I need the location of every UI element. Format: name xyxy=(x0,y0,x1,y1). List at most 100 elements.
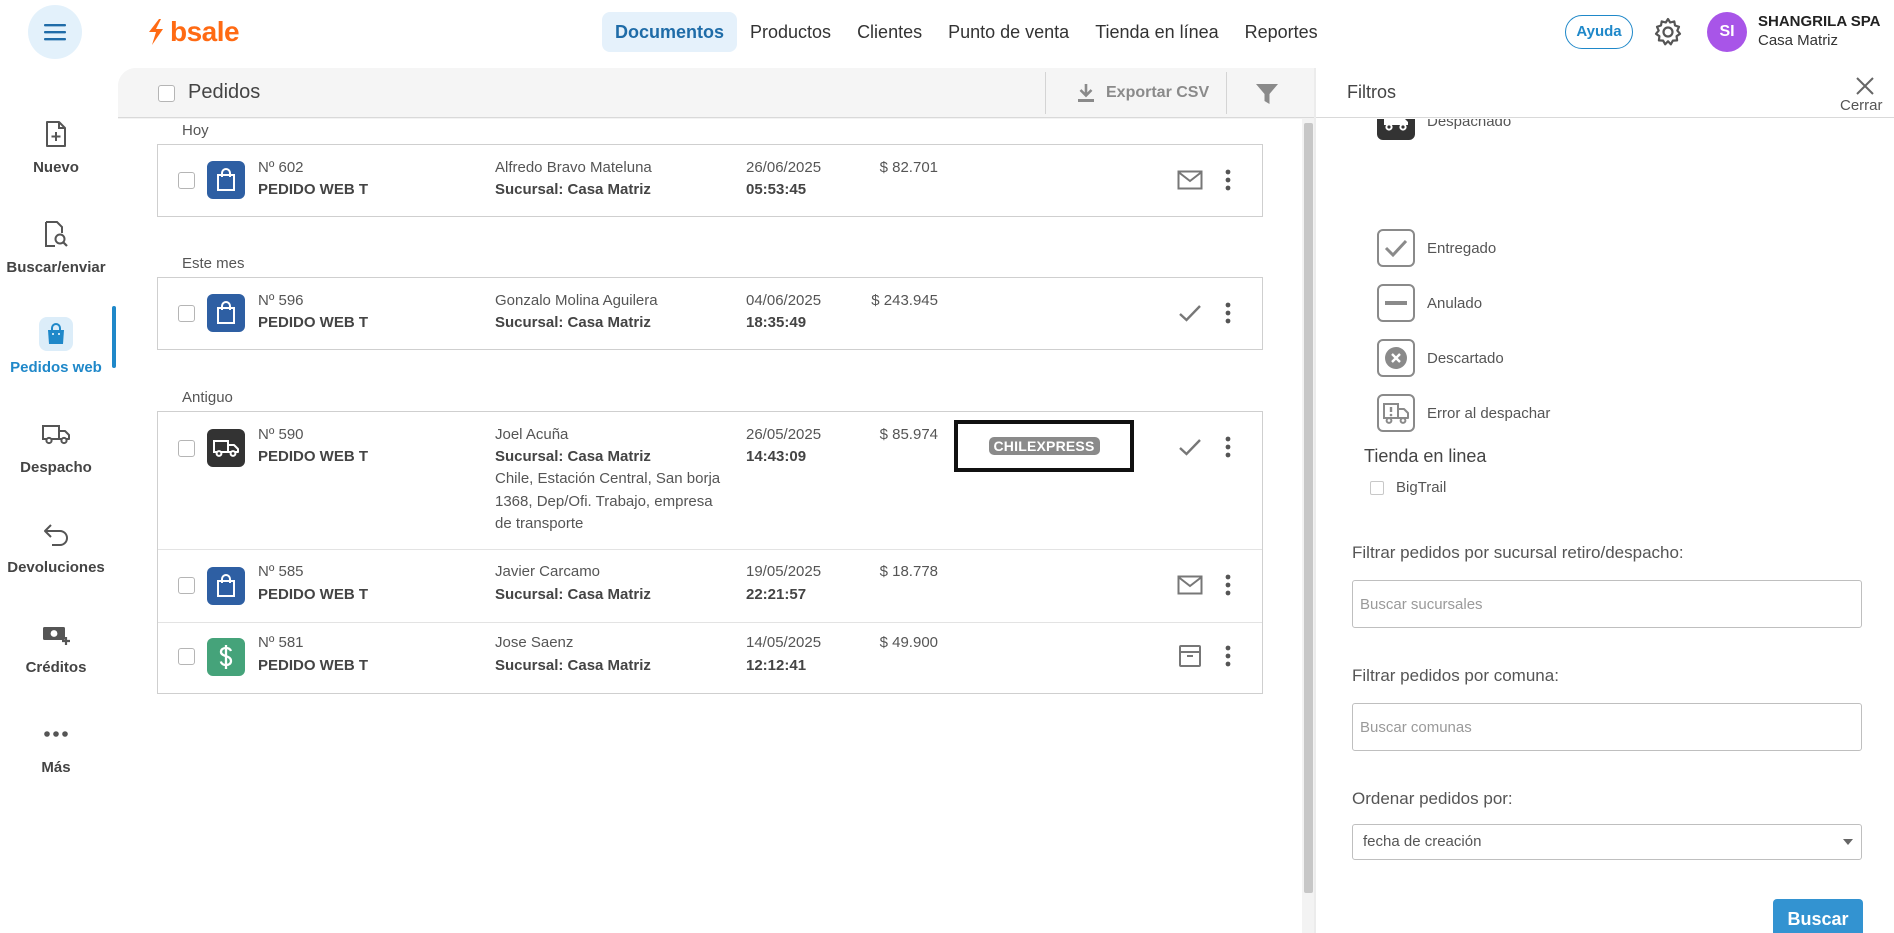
status-option-error-al-despachar[interactable]: Error al despachar xyxy=(1377,393,1550,433)
status-option-label: Entregado xyxy=(1427,239,1497,257)
order-checkbox[interactable] xyxy=(178,305,195,322)
row-menu-button[interactable] xyxy=(1218,641,1238,671)
sidebar-item-mas[interactable]: Más xyxy=(0,702,112,790)
status-option-entregado[interactable]: Entregado xyxy=(1377,228,1496,268)
shopping-bag-icon xyxy=(39,316,73,351)
order-by-select[interactable]: fecha de creación xyxy=(1352,824,1862,860)
hamburger-menu-button[interactable] xyxy=(28,5,82,59)
order-type: PEDIDO WEB T xyxy=(258,181,369,198)
order-date: 04/06/2025 xyxy=(746,292,822,309)
order-row[interactable]: Nº 590 PEDIDO WEB T Joel Acuña Sucursal:… xyxy=(158,412,1262,549)
x-circle-icon xyxy=(1377,339,1415,377)
select-all-checkbox[interactable] xyxy=(158,85,175,102)
order-checkbox[interactable] xyxy=(178,440,195,457)
order-number: Nº 602 xyxy=(258,159,304,176)
row-menu-button[interactable] xyxy=(1218,570,1238,600)
logo-text: bsale xyxy=(170,16,240,47)
bsale-logo[interactable]: bsale xyxy=(146,14,240,50)
row-menu-button[interactable] xyxy=(1218,432,1238,462)
store-option-bigtrail[interactable]: BigTrail xyxy=(1370,479,1446,496)
orders-card-hoy: Nº 602 PEDIDO WEB T Alfredo Bravo Matelu… xyxy=(157,144,1263,217)
branch-filter-label: Filtrar pedidos por sucursal retiro/desp… xyxy=(1352,543,1684,562)
order-amount: $ 49.900 xyxy=(879,634,938,651)
sidebar-item-nuevo[interactable]: Nuevo xyxy=(0,102,112,190)
sidebar-item-label: Devoluciones xyxy=(7,558,105,576)
order-number: Nº 581 xyxy=(258,634,304,651)
status-option-label: Anulado xyxy=(1427,294,1483,312)
sidebar-active-indicator xyxy=(112,306,116,368)
filters-title: Filtros xyxy=(1347,82,1396,102)
sidebar-item-despacho[interactable]: Despacho xyxy=(0,402,112,490)
sidebar-item-pedidos-web[interactable]: Pedidos web xyxy=(0,302,112,390)
check-icon[interactable] xyxy=(1175,298,1205,328)
order-checkbox[interactable] xyxy=(178,577,195,594)
branch-search-input[interactable] xyxy=(1352,580,1862,628)
check-icon[interactable] xyxy=(1175,432,1205,462)
kebab-icon xyxy=(1225,645,1231,667)
nav-documentos[interactable]: Documentos xyxy=(602,12,738,52)
sidebar-item-label: Buscar/enviar xyxy=(6,258,106,276)
store-option-label: BigTrail xyxy=(1396,479,1447,496)
order-client: Gonzalo Molina Aguilera xyxy=(495,292,658,309)
mail-icon[interactable] xyxy=(1175,570,1205,600)
return-arrow-icon xyxy=(39,517,73,551)
mail-icon[interactable] xyxy=(1175,165,1205,195)
order-client: Joel Acuña xyxy=(495,426,569,443)
scrollbar-thumb[interactable] xyxy=(1304,123,1313,893)
kebab-icon xyxy=(1225,302,1231,324)
status-option-descartado[interactable]: Descartado xyxy=(1377,338,1504,378)
kebab-icon xyxy=(1225,436,1231,458)
sidebar-item-devoluciones[interactable]: Devoluciones xyxy=(0,502,112,590)
sidebar-item-creditos[interactable]: Créditos xyxy=(0,602,112,690)
hamburger-icon xyxy=(44,24,66,41)
order-row[interactable]: Nº 602 PEDIDO WEB T Alfredo Bravo Matelu… xyxy=(158,145,1262,216)
sidebar-item-buscar-enviar[interactable]: Buscar/enviar xyxy=(0,202,112,290)
order-checkbox[interactable] xyxy=(178,172,195,189)
nav-tienda-en-linea[interactable]: Tienda en línea xyxy=(1082,12,1231,52)
help-button[interactable]: Ayuda xyxy=(1565,15,1633,49)
row-menu-button[interactable] xyxy=(1218,165,1238,195)
order-branch: Sucursal: Casa Matriz xyxy=(495,314,651,331)
kebab-icon xyxy=(1225,574,1231,596)
order-branch: Sucursal: Casa Matriz xyxy=(495,181,651,198)
truck-icon xyxy=(207,429,245,467)
orders-list: Hoy Nº 602 PEDIDO WEB T Alfredo Bravo Ma… xyxy=(118,119,1314,933)
order-time: 12:12:41 xyxy=(746,657,807,674)
order-by-label: Ordenar pedidos por: xyxy=(1352,789,1513,808)
search-button[interactable]: Buscar xyxy=(1773,899,1863,933)
export-csv-label: Exportar CSV xyxy=(1106,84,1210,101)
company-info[interactable]: SHANGRILA SPA Casa Matriz xyxy=(1758,13,1881,51)
store-checkbox[interactable] xyxy=(1370,480,1384,495)
status-option-anulado[interactable]: Anulado xyxy=(1377,283,1482,323)
gear-icon xyxy=(1654,17,1682,46)
archive-box-icon[interactable] xyxy=(1175,641,1205,671)
app-root: bsale Documentos Productos Clientes Punt… xyxy=(0,0,1894,933)
close-filters-button[interactable] xyxy=(1850,72,1880,100)
row-menu-button[interactable] xyxy=(1218,298,1238,328)
order-checkbox[interactable] xyxy=(178,648,195,665)
minus-icon xyxy=(1377,284,1415,322)
status-option-despachado[interactable]: Despachado xyxy=(1377,119,1511,141)
settings-button[interactable] xyxy=(1652,16,1684,48)
order-row[interactable]: Nº 581 PEDIDO WEB T Jose Saenz Sucursal:… xyxy=(158,623,1262,694)
order-row[interactable]: Nº 596 PEDIDO WEB T Gonzalo Molina Aguil… xyxy=(158,278,1262,349)
dollar-icon xyxy=(207,638,245,676)
courier-highlight: CHILEXPRESS xyxy=(954,420,1134,472)
filter-toggle-button[interactable] xyxy=(1254,81,1280,107)
order-time: 14:43:09 xyxy=(746,448,807,465)
filters-header: Filtros Cerrar xyxy=(1316,68,1894,118)
close-filters-label[interactable]: Cerrar xyxy=(1840,97,1883,114)
export-csv-button[interactable]: Exportar CSV xyxy=(1076,78,1209,108)
user-avatar[interactable]: SI xyxy=(1707,12,1747,52)
truck-icon xyxy=(1377,119,1415,140)
nav-productos[interactable]: Productos xyxy=(737,12,844,52)
nav-punto-de-venta[interactable]: Punto de venta xyxy=(935,12,1082,52)
money-plus-icon xyxy=(39,617,73,651)
comuna-search-input[interactable] xyxy=(1352,703,1862,751)
order-row[interactable]: Nº 585 PEDIDO WEB T Javier Carcamo Sucur… xyxy=(158,550,1262,621)
kebab-icon xyxy=(1225,169,1231,191)
nav-reportes[interactable]: Reportes xyxy=(1232,12,1331,52)
filters-body: Despachado Entregado Anulado Descartado xyxy=(1316,119,1894,933)
order-amount: $ 85.974 xyxy=(879,426,938,443)
nav-clientes[interactable]: Clientes xyxy=(844,12,935,52)
